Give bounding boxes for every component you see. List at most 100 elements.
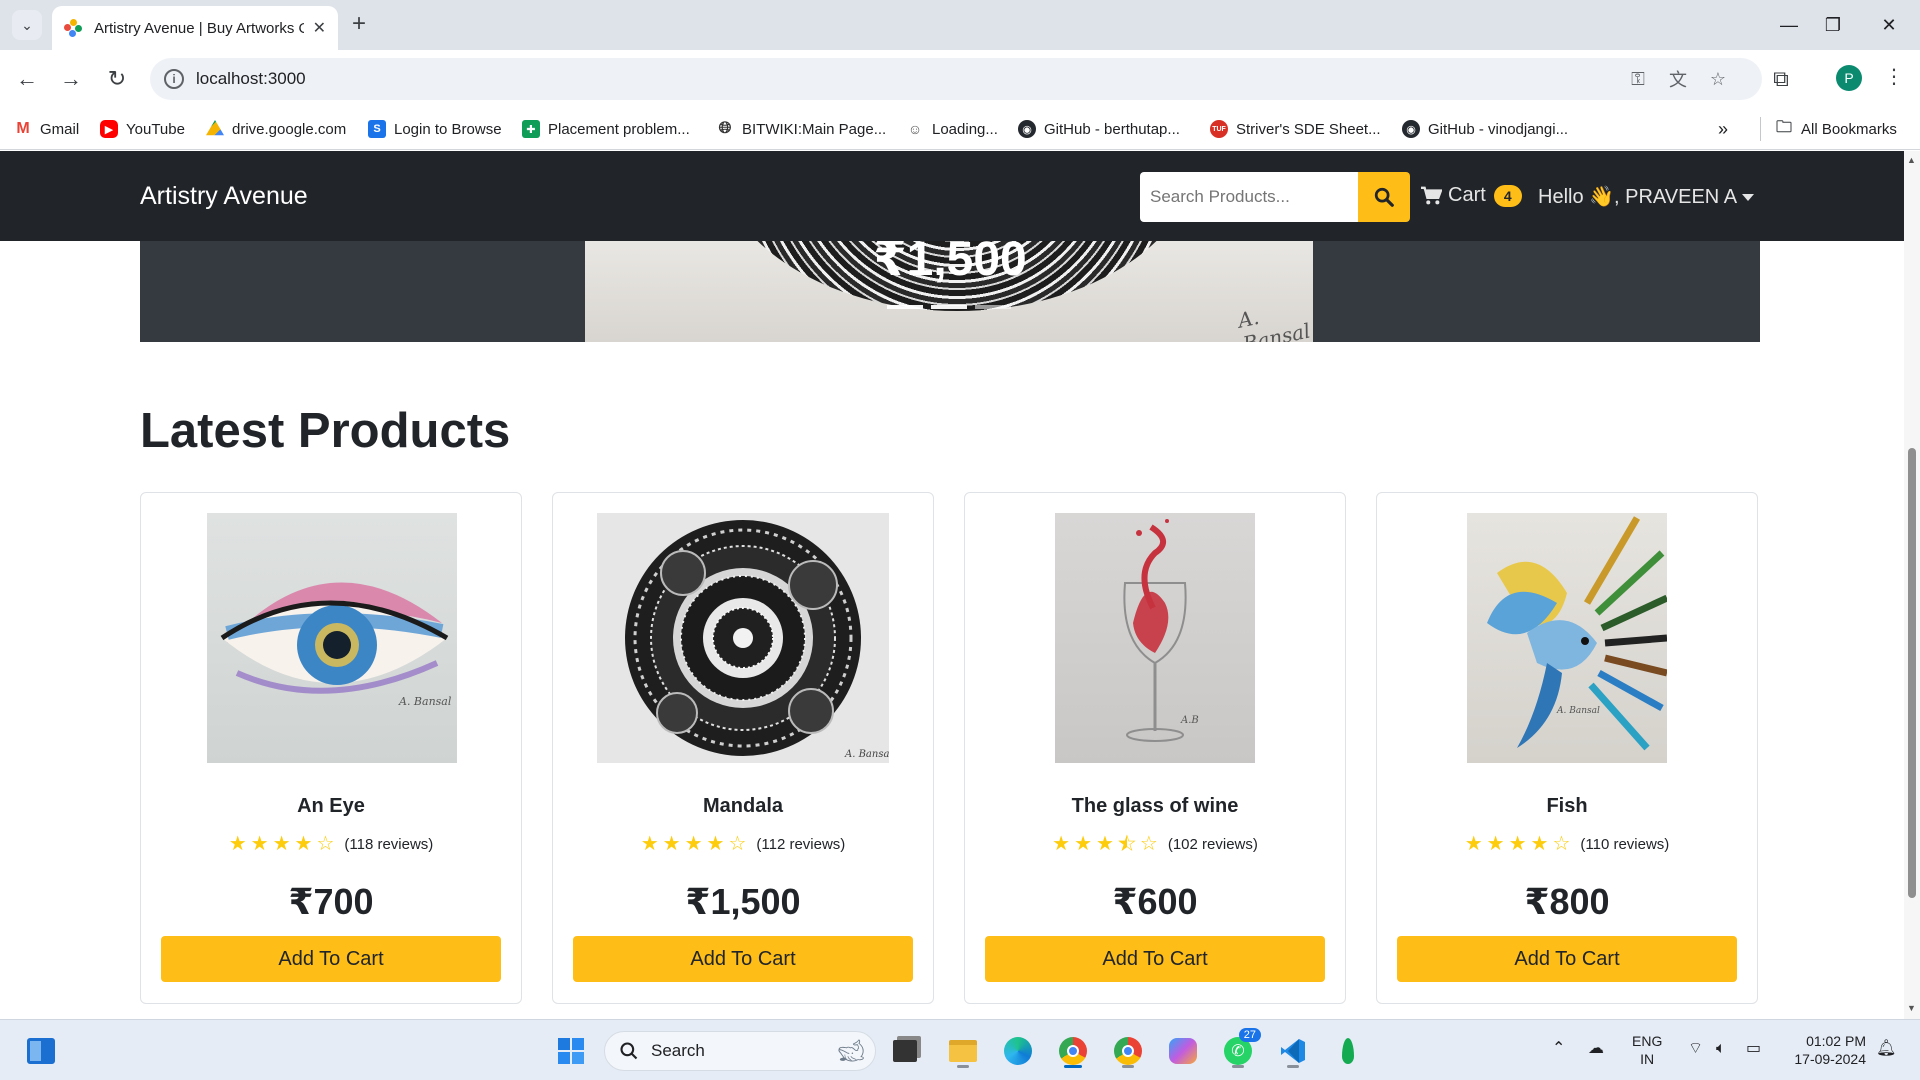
product-image[interactable]: A.B xyxy=(1055,513,1255,763)
start-windows-icon[interactable] xyxy=(552,1032,590,1070)
search-highlight-icon: 🐋︎ xyxy=(837,1038,865,1063)
star-rating: ★ ★ ★ ★ ☆ xyxy=(1052,833,1158,855)
browser-tab-active[interactable]: Artistry Avenue | Buy Artworks O ✕ xyxy=(52,6,338,50)
show-hidden-icons-chevron-icon[interactable]: ⌃ xyxy=(1552,1040,1565,1058)
chrome-icon[interactable] xyxy=(1054,1032,1092,1070)
product-image[interactable]: A. Bansal xyxy=(597,513,889,763)
bookmark-drive[interactable]: drive.google.com xyxy=(206,117,346,141)
profile-avatar[interactable]: P xyxy=(1836,65,1862,91)
star-empty-icon: ☆ xyxy=(728,833,747,855)
taskbar-search-box[interactable]: Search 🐋︎ xyxy=(604,1031,876,1071)
star-empty-icon: ☆ xyxy=(1139,833,1158,855)
user-greeting: Hello 👋, PRAVEEN A xyxy=(1538,186,1738,208)
product-price: ₹1,500 xyxy=(685,881,801,922)
s-icon: S xyxy=(368,120,386,138)
tab-title: Artistry Avenue | Buy Artworks O xyxy=(94,19,304,37)
tab-search-button[interactable]: ⌄ xyxy=(12,10,42,40)
onedrive-offline-icon[interactable]: ☁︎ xyxy=(1588,1040,1604,1058)
bookmark-bitwiki[interactable]: 🌐︎ BITWIKI:Main Page... xyxy=(716,117,887,141)
github-icon: ◉ xyxy=(1402,120,1420,138)
bookmark-gmail[interactable]: M Gmail xyxy=(14,117,79,141)
clock-date: 17-09-2024 xyxy=(1794,1051,1866,1067)
carousel-indicator[interactable] xyxy=(887,305,923,309)
wifi-icon[interactable]: ⌔ xyxy=(1688,1040,1703,1058)
add-to-cart-button[interactable]: Add To Cart xyxy=(985,936,1325,982)
page-scrollbar[interactable]: ▲ ▼ xyxy=(1904,151,1920,1019)
password-key-icon[interactable]: ⚿ xyxy=(1626,67,1650,91)
hero-carousel[interactable]: A. Bansal ₹1,500 xyxy=(140,241,1760,342)
bookmark-loading[interactable]: ☺ Loading... xyxy=(906,117,998,141)
minimize-window-icon[interactable]: — xyxy=(1766,10,1812,40)
svg-text:A. Bansal: A. Bansal xyxy=(398,695,452,708)
scrollbar-thumb[interactable] xyxy=(1908,448,1916,898)
star-full-icon: ★ xyxy=(684,833,703,855)
windows-taskbar: Search 🐋︎ ✆ 27 ⌃ ☁︎ ENG IN ⌔ 🔈︎ ▭ 01:02 … xyxy=(0,1019,1920,1080)
bookmark-login-to-browse[interactable]: S Login to Browse xyxy=(368,117,502,141)
close-window-icon[interactable]: ✕ xyxy=(1866,10,1912,40)
translate-icon[interactable]: 文 xyxy=(1666,67,1690,91)
task-view-icon[interactable] xyxy=(886,1032,924,1070)
extensions-puzzle-icon[interactable]: ⧉ xyxy=(1766,64,1796,94)
language-indicator[interactable]: ENG IN xyxy=(1632,1032,1662,1068)
bookmark-github-berthutap[interactable]: ◉ GitHub - berthutap... xyxy=(1018,117,1180,141)
star-half-icon: ★ xyxy=(1117,833,1137,855)
svg-text:A. Bansal: A. Bansal xyxy=(1556,706,1600,716)
clock[interactable]: 01:02 PM 17-09-2024 xyxy=(1782,1032,1866,1068)
star-rating: ★ ★ ★ ★ ☆ xyxy=(641,834,747,854)
address-bar[interactable]: i localhost:3000 ⚿ 文 ☆ xyxy=(150,58,1762,100)
product-name[interactable]: Mandala xyxy=(553,795,933,818)
scroll-up-arrow-icon[interactable]: ▲ xyxy=(1907,155,1916,165)
product-image[interactable]: A. Bansal xyxy=(1467,513,1667,763)
add-to-cart-button[interactable]: Add To Cart xyxy=(161,936,501,982)
vscode-icon[interactable] xyxy=(1274,1032,1312,1070)
bookmark-github-vinodjangi[interactable]: ◉ GitHub - vinodjangi... xyxy=(1402,117,1568,141)
edge-browser-icon[interactable] xyxy=(999,1032,1037,1070)
file-explorer-icon[interactable] xyxy=(944,1032,982,1070)
carousel-indicator[interactable] xyxy=(975,305,1011,309)
more-bookmarks-chevron-icon[interactable]: » xyxy=(1718,117,1728,141)
search-input[interactable] xyxy=(1140,172,1358,222)
taskbar-search-label: Search xyxy=(651,1041,705,1060)
whatsapp-icon[interactable]: ✆ 27 xyxy=(1219,1028,1261,1070)
bookmark-placement[interactable]: ✚ Placement problem... xyxy=(522,117,690,141)
product-name[interactable]: Fish xyxy=(1377,795,1757,818)
restore-window-icon[interactable]: ❐ xyxy=(1810,10,1856,40)
copilot-icon[interactable] xyxy=(1164,1032,1202,1070)
site-brand[interactable]: Artistry Avenue xyxy=(140,182,308,211)
widgets-icon[interactable] xyxy=(22,1032,60,1070)
bookmark-star-icon[interactable]: ☆ xyxy=(1706,67,1730,91)
avatar-icon: ☺ xyxy=(907,121,923,137)
scroll-down-arrow-icon[interactable]: ▼ xyxy=(1907,1003,1916,1013)
back-arrow-icon[interactable]: ← xyxy=(12,64,42,94)
notification-bell-icon[interactable]: 🔔︎ xyxy=(1876,1040,1896,1058)
star-full-icon: ★ xyxy=(1486,833,1505,855)
battery-icon[interactable]: ▭ xyxy=(1746,1040,1761,1058)
bookmark-youtube[interactable]: ▶ YouTube xyxy=(100,117,185,141)
reload-icon[interactable]: ↻ xyxy=(102,64,132,94)
search-icon xyxy=(620,1042,638,1060)
add-to-cart-button[interactable]: Add To Cart xyxy=(1397,936,1737,982)
add-to-cart-button[interactable]: Add To Cart xyxy=(573,936,913,982)
user-menu-dropdown[interactable]: Hello 👋, PRAVEEN A xyxy=(1538,184,1755,209)
product-name[interactable]: An Eye xyxy=(141,795,521,818)
mongodb-compass-icon[interactable] xyxy=(1329,1032,1367,1070)
product-name[interactable]: The glass of wine xyxy=(965,795,1345,818)
carousel-indicator[interactable] xyxy=(931,305,967,309)
bookmark-label: YouTube xyxy=(126,120,185,138)
tab-close-icon[interactable]: ✕ xyxy=(313,18,326,38)
volume-icon[interactable]: 🔈︎ xyxy=(1716,1040,1726,1058)
star-full-icon: ★ xyxy=(228,833,247,855)
bookmark-striver[interactable]: TUF Striver's SDE Sheet... xyxy=(1210,117,1381,141)
cart-link[interactable]: Cart 4 xyxy=(1420,184,1522,207)
new-tab-plus-icon[interactable]: + xyxy=(352,11,366,37)
svg-text:A.B: A.B xyxy=(1180,715,1199,726)
site-info-icon[interactable]: i xyxy=(164,69,184,89)
address-url[interactable]: localhost:3000 xyxy=(196,69,306,89)
product-image[interactable]: A. Bansal xyxy=(207,513,457,763)
all-bookmarks-button[interactable]: 🗀 All Bookmarks xyxy=(1760,117,1897,141)
chrome-profile-icon[interactable] xyxy=(1109,1032,1147,1070)
product-card: A. Bansal Fish ★ ★ ★ ★ ☆ (110 reviews) ₹800 … xyxy=(1376,492,1758,1004)
forward-arrow-icon[interactable]: → xyxy=(56,64,86,94)
browser-menu-icon[interactable]: ⋮ xyxy=(1884,64,1904,89)
search-button[interactable] xyxy=(1358,172,1410,222)
